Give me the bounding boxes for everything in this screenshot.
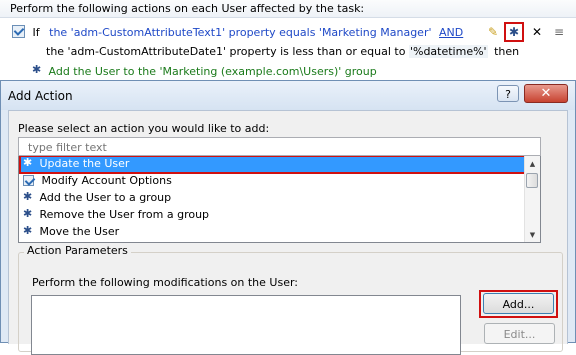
dialog-body: Please select an action you would like t… <box>8 110 568 355</box>
gear-icon <box>23 206 33 222</box>
modifications-list[interactable] <box>31 295 461 355</box>
action-line: Add the User to the 'Marketing (example.… <box>32 63 377 78</box>
condition-2-text[interactable]: the 'adm-CustomAttributeDate1' property … <box>46 45 405 58</box>
and-link[interactable]: AND <box>439 26 463 39</box>
list-item-label: Remove the User from a group <box>39 208 210 221</box>
add-action-dialog: Add Action ? ✕ Please select an action y… <box>0 80 576 355</box>
action-parameters-title: Action Parameters <box>24 244 131 257</box>
remove-all-icon[interactable]: ≡ <box>550 23 568 41</box>
add-button-highlight: Add... <box>479 290 558 318</box>
delete-icon[interactable]: ✕ <box>528 23 546 41</box>
action-text[interactable]: Add the User to the 'Marketing (example.… <box>49 65 377 78</box>
select-prompt: Please select an action you would like t… <box>18 122 270 135</box>
condition-icon <box>12 25 25 38</box>
list-item-update-user[interactable]: Update the User <box>19 156 527 174</box>
list-scrollbar[interactable]: ▲ ▼ <box>524 156 540 242</box>
task-header: Perform the following actions on each Us… <box>0 0 576 18</box>
gear-icon <box>23 189 33 205</box>
modifications-label: Perform the following modifications on t… <box>32 276 299 289</box>
then-keyword: then <box>494 45 520 58</box>
task-header-text: Perform the following actions on each Us… <box>10 2 365 15</box>
list-item-add-to-group[interactable]: Add the User to a group <box>20 189 526 207</box>
list-item-move-user[interactable]: Move the User <box>20 223 526 241</box>
help-button[interactable]: ? <box>497 85 519 102</box>
add-condition-icon[interactable]: ✎ <box>484 23 502 41</box>
action-list[interactable]: Update the User Modify Account Options A… <box>18 156 541 243</box>
scroll-down-icon[interactable]: ▼ <box>525 227 540 242</box>
condition-line-2: the 'adm-CustomAttributeDate1' property … <box>46 45 519 58</box>
account-options-icon <box>23 175 34 186</box>
gear-icon <box>23 156 33 171</box>
scroll-thumb[interactable] <box>526 173 538 188</box>
gear-icon <box>23 223 33 239</box>
close-button[interactable]: ✕ <box>524 84 568 103</box>
scroll-up-icon[interactable]: ▲ <box>525 156 540 172</box>
list-item-label: Move the User <box>39 225 120 238</box>
filter-input[interactable] <box>18 137 541 156</box>
condition-2-value[interactable]: '%datetime%' <box>408 45 488 58</box>
list-item-remove-from-group[interactable]: Remove the User from a group <box>20 206 526 224</box>
if-keyword: If <box>32 26 40 39</box>
edit-button[interactable]: Edit... <box>484 323 555 344</box>
list-item-modify-account-options[interactable]: Modify Account Options <box>20 173 526 190</box>
dialog-titlebar[interactable]: Add Action ? ✕ <box>1 81 575 110</box>
list-item-label: Update the User <box>39 157 130 170</box>
add-action-icon[interactable]: ✱ <box>504 22 524 42</box>
list-item-label: Add the User to a group <box>39 191 172 204</box>
action-gear-icon <box>32 63 42 76</box>
add-button[interactable]: Add... <box>483 293 554 314</box>
action-parameters-group: Action Parameters Perform the following … <box>18 244 563 355</box>
condition-line-1: If the 'adm-CustomAttributeText1' proper… <box>12 25 463 39</box>
dialog-title: Add Action <box>8 89 73 103</box>
list-item-label: Modify Account Options <box>41 174 172 187</box>
condition-1-link[interactable]: the 'adm-CustomAttributeText1' property … <box>49 26 431 39</box>
